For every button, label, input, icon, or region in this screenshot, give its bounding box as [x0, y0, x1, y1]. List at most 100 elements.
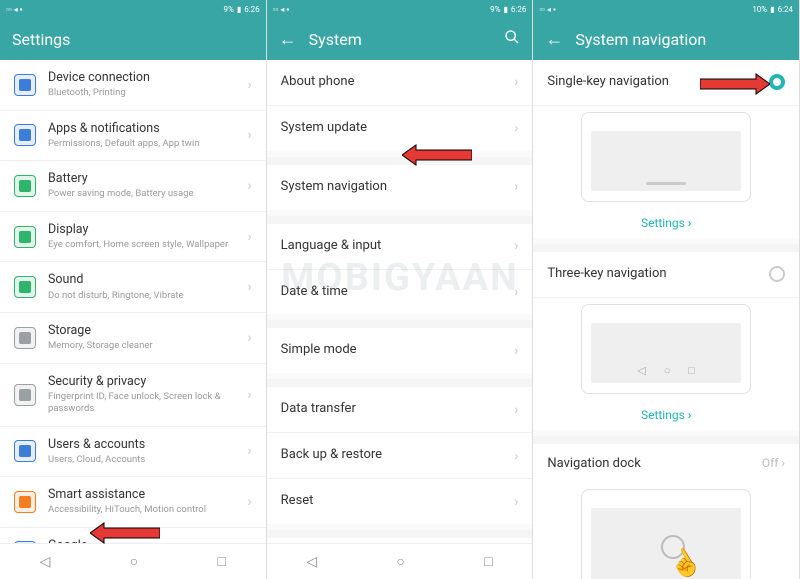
nav-home-icon[interactable]: ○ — [130, 553, 138, 570]
settings-item-sub: Bluetooth, Printing — [48, 87, 235, 99]
nav-back-icon[interactable]: ◁ — [306, 554, 317, 570]
three-key-label: Three-key navigation — [547, 266, 666, 283]
single-key-preview — [581, 112, 751, 202]
system-item-label: Date & time — [281, 284, 348, 301]
status-bar: ▫▫ ◂ ▪ 9%▮6:26 — [0, 0, 266, 18]
settings-item[interactable]: Users & accountsUsers, Cloud, Accounts › — [0, 427, 266, 478]
system-item-label: Reset — [281, 493, 314, 510]
settings-item-icon — [14, 74, 36, 96]
nav-dock-status: Off › — [762, 456, 785, 470]
settings-item-title: Users & accounts — [48, 437, 235, 453]
page-title: System navigation — [575, 30, 706, 49]
system-item[interactable]: Reset › — [267, 479, 533, 524]
status-bar: ▫▫ ◂ ▪ 10%▮6:24 — [533, 0, 799, 18]
chevron-right-icon: › — [514, 494, 518, 510]
chevron-right-icon: › — [514, 120, 518, 136]
chevron-right-icon: › — [247, 494, 251, 510]
clock: 6:24 — [778, 5, 793, 14]
system-item[interactable]: Language & input › — [267, 224, 533, 270]
chevron-right-icon: › — [514, 238, 518, 254]
settings-item-icon — [14, 124, 36, 146]
nav-back-icon[interactable]: ◁ — [40, 554, 51, 570]
system-item[interactable]: System update › — [267, 106, 533, 151]
settings-item-icon — [14, 276, 36, 298]
settings-item-icon — [14, 440, 36, 462]
back-icon[interactable]: ← — [279, 29, 297, 50]
system-item-label: System update — [281, 120, 367, 137]
settings-item[interactable]: SoundDo not disturb, Ringtone, Vibrate › — [0, 262, 266, 313]
settings-item-title: Apps & notifications — [48, 121, 235, 137]
mock-recent-icon: □ — [688, 364, 695, 377]
chevron-right-icon: › — [514, 448, 518, 464]
settings-item-icon — [14, 226, 36, 248]
nav-home-icon[interactable]: ○ — [396, 553, 404, 570]
settings-item[interactable]: DisplayEye comfort, Home screen style, W… — [0, 212, 266, 263]
settings-item-title: Battery — [48, 171, 235, 187]
settings-item-title: Sound — [48, 272, 235, 288]
nav-dock-preview: ☝ — [581, 489, 751, 579]
battery-icon: ▮ — [770, 5, 774, 14]
settings-item-sub: Memory, Storage cleaner — [48, 340, 235, 352]
back-icon[interactable]: ← — [545, 29, 563, 50]
settings-item[interactable]: Security & privacyFingerprint ID, Face u… — [0, 364, 266, 427]
nav-bar: ◁ ○ □ — [0, 543, 266, 579]
chevron-right-icon: › — [247, 229, 251, 245]
signal-icon: ▫▫ ◂ ▪ — [539, 5, 556, 14]
settings-panel: ▫▫ ◂ ▪ 9%▮6:26 Settings Device connectio… — [0, 0, 267, 579]
settings-item[interactable]: Device connectionBluetooth, Printing › — [0, 60, 266, 111]
system-item[interactable]: About phone› — [267, 60, 533, 106]
system-item-label: Simple mode — [281, 342, 357, 359]
system-item[interactable]: Simple mode › — [267, 328, 533, 373]
chevron-right-icon: › — [514, 402, 518, 418]
settings-item-icon — [14, 327, 36, 349]
signal-icon: ▫▫ ◂ ▪ — [273, 5, 290, 14]
system-item-label: System navigation — [281, 179, 387, 196]
nav-bar: ◁ ○ □ — [267, 543, 533, 579]
system-item-label: Data transfer — [281, 401, 356, 418]
chevron-right-icon: › — [247, 127, 251, 143]
nav-dock-row[interactable]: Navigation dock Off › — [533, 444, 799, 483]
chevron-right-icon: › — [247, 387, 251, 403]
search-icon[interactable] — [504, 29, 520, 49]
arrow-single-key-radio — [700, 72, 770, 96]
header: ← System — [267, 18, 533, 60]
nav-recent-icon[interactable]: □ — [484, 553, 492, 570]
battery-icon: ▮ — [237, 5, 241, 14]
touch-hand-icon: ☝ — [641, 525, 691, 575]
system-item[interactable]: Back up & restore› — [267, 433, 533, 479]
system-item[interactable]: Date & time › — [267, 270, 533, 315]
system-panel: ▫▫ ◂ ▪ 9%▮6:26 ← System About phone›Syst… — [267, 0, 534, 579]
chevron-right-icon: › — [247, 77, 251, 93]
system-item[interactable]: System navigation› — [267, 165, 533, 210]
nav-recent-icon[interactable]: □ — [218, 553, 226, 570]
settings-item[interactable]: StorageMemory, Storage cleaner › — [0, 313, 266, 364]
system-item-label: Language & input — [281, 238, 382, 255]
battery-pct: 9% — [490, 5, 500, 14]
settings-item[interactable]: Apps & notificationsPermissions, Default… — [0, 111, 266, 162]
page-title: Settings — [12, 30, 70, 49]
single-key-settings-link[interactable]: Settings — [533, 208, 799, 238]
settings-item-sub: Fingerprint ID, Face unlock, Screen lock… — [48, 391, 235, 416]
single-key-radio[interactable] — [769, 74, 785, 90]
settings-item-sub: Users, Cloud, Accounts — [48, 454, 235, 466]
three-key-radio[interactable] — [769, 266, 785, 282]
clock: 6:26 — [511, 5, 526, 14]
three-key-preview: ◁ ○ □ — [581, 304, 751, 394]
arrow-system-navigation — [402, 143, 472, 167]
status-bar: ▫▫ ◂ ▪ 9% ▮6:26 — [267, 0, 533, 18]
battery-icon: ▮ — [504, 5, 508, 14]
nav-dock-label: Navigation dock — [547, 456, 640, 471]
chevron-right-icon: › — [514, 284, 518, 300]
settings-item-icon — [14, 541, 36, 543]
settings-item[interactable]: BatteryPower saving mode, Battery usage … — [0, 161, 266, 212]
settings-item-title: Storage — [48, 323, 235, 339]
three-key-nav-row[interactable]: Three-key navigation — [533, 252, 799, 298]
chevron-right-icon: › — [514, 343, 518, 359]
clock: 6:26 — [244, 5, 259, 14]
system-item[interactable]: Data transfer › — [267, 387, 533, 433]
three-key-settings-link[interactable]: Settings — [533, 400, 799, 430]
settings-item-sub: Accessibility, HiTouch, Motion control — [48, 504, 235, 516]
settings-item-title: Device connection — [48, 70, 235, 86]
mock-back-icon: ◁ — [637, 364, 645, 377]
header: Settings — [0, 18, 266, 60]
